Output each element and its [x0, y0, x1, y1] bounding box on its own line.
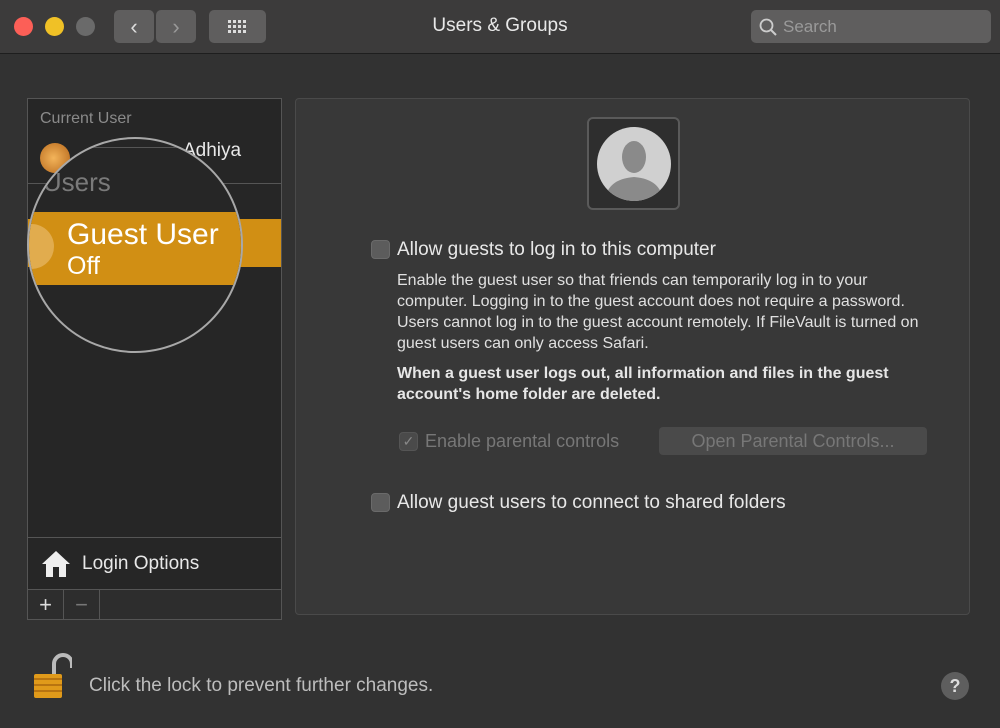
current-user-header: Current User	[40, 110, 132, 127]
parental-controls-label: Enable parental controls	[425, 431, 620, 451]
search-icon	[759, 18, 777, 36]
open-parental-controls-button[interactable]: Open Parental Controls...	[659, 427, 927, 455]
add-remove-bar: + −	[28, 589, 281, 619]
other-users-header: r Users	[27, 167, 111, 197]
remove-user-button[interactable]: −	[64, 590, 100, 619]
lock-message: Click the lock to prevent further change…	[89, 675, 434, 696]
guest-warning: When a guest user logs out, all informat…	[397, 365, 889, 403]
house-icon	[42, 550, 70, 577]
guest-avatar	[29, 224, 54, 269]
magnifier-overlay: r Users Guest User Off	[27, 137, 243, 353]
guest-avatar-picture[interactable]	[587, 117, 680, 210]
login-options-button[interactable]: Login Options	[28, 537, 281, 589]
shared-folders-label: Allow guest users to connect to shared f…	[397, 492, 786, 513]
guest-user-highlight[interactable]: Guest User Off	[29, 212, 241, 285]
search-input[interactable]	[783, 16, 973, 37]
checkmark-icon: ✓	[402, 433, 415, 449]
title-bar: ‹ › Users & Groups	[0, 0, 1000, 54]
login-options-label: Login Options	[82, 552, 200, 574]
user-silhouette-icon	[596, 126, 671, 201]
allow-guests-label: Allow guests to log in to this computer	[397, 239, 716, 260]
parental-controls-checkbox[interactable]: ✓	[399, 432, 418, 451]
lock-button[interactable]	[32, 652, 74, 700]
shared-folders-checkbox[interactable]	[371, 493, 390, 512]
unlocked-padlock-icon	[34, 653, 74, 698]
search-field[interactable]	[751, 10, 991, 43]
guest-description: Enable the guest user so that friends ca…	[397, 272, 919, 352]
help-button[interactable]: ?	[941, 672, 969, 700]
allow-guests-checkbox[interactable]	[371, 240, 390, 259]
add-user-button[interactable]: +	[28, 590, 64, 619]
guest-user-status: Off	[67, 252, 100, 280]
guest-user-name: Guest User	[67, 218, 219, 251]
guest-settings-panel: Allow guests to log in to this computer …	[295, 98, 970, 615]
